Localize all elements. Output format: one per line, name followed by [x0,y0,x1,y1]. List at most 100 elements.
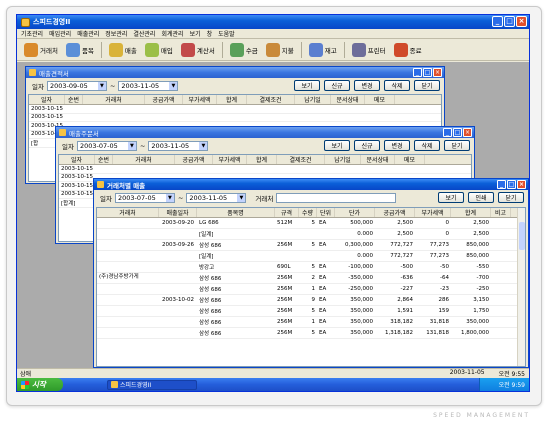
action-button[interactable]: 신규 [324,80,350,91]
table-row[interactable]: [일계] 0.000 2,500 0 2,500 [97,229,525,240]
menu-item[interactable]: 기초관리 [21,29,43,38]
column-header[interactable]: 부가세액 [415,208,451,217]
column-header[interactable]: 부가세액 [183,95,217,104]
table-row[interactable]: 방강고 690L 5 EA -100,000 -500 -50 -550 [97,262,525,273]
client-input[interactable] [276,192,397,203]
table-row[interactable]: 2003-10-15 [59,165,471,174]
column-header[interactable]: 메모 [395,155,425,164]
table-row[interactable]: 삼성 686 256M 5 EA 350,000 1,318,182 131,818 1,80… [97,328,525,339]
minimize-icon[interactable]: _ [492,16,503,27]
column-header[interactable]: 비고 [491,208,511,217]
column-header[interactable]: 결제조건 [247,95,295,104]
action-button[interactable]: 보기 [438,192,464,203]
table-row[interactable]: 2003-09-20 LG 686 512M 5 EA 500,000 2,500 0 2,50… [97,218,525,229]
column-header[interactable]: 공급가액 [145,95,183,104]
toolbar-button-people[interactable]: 거래처 [21,41,61,59]
date-from-combo[interactable]: 2003-07-05 ▼ [114,192,175,203]
close-icon[interactable]: × [517,180,526,189]
close-icon[interactable]: × [433,68,442,77]
scroll-thumb[interactable] [519,222,525,250]
maximize-icon[interactable]: □ [507,180,516,189]
table-row[interactable]: 삼성 686 256M 5 EA 350,000 1,591 159 1,750 [97,306,525,317]
action-button[interactable]: 닫기 [444,140,470,151]
maximize-icon[interactable]: □ [504,16,515,27]
toolbar-button-printer[interactable]: 프린터 [349,41,389,59]
action-button[interactable]: 보기 [294,80,320,91]
column-header[interactable]: 거래처 [113,155,175,164]
maximize-icon[interactable]: □ [423,68,432,77]
action-button[interactable]: 인쇄 [468,192,494,203]
column-header[interactable]: 결제조건 [277,155,325,164]
menu-item[interactable]: 회계관리 [161,29,183,38]
toolbar-button-sales[interactable]: 매출 [106,41,140,59]
column-header[interactable]: 단가 [335,208,375,217]
vertical-scrollbar[interactable] [517,208,525,366]
quote-window-titlebar[interactable]: 매출견적서 _ □ × [26,67,444,78]
toolbar-button-purchase[interactable]: 매입 [142,41,176,59]
table-row[interactable]: 2003-10-15 [29,114,441,122]
column-header[interactable]: 부가세액 [213,155,247,164]
column-header[interactable]: 수량 [299,208,317,217]
toolbar-button-document[interactable]: 품목 [63,41,97,59]
column-header[interactable]: 일자 [29,95,65,104]
action-button[interactable]: 삭제 [384,80,410,91]
column-header[interactable]: 공급가액 [375,208,415,217]
menu-item[interactable]: 매출관리 [77,29,99,38]
action-button[interactable]: 변경 [354,80,380,91]
date-to-combo[interactable]: 2003-11-05 ▼ [148,140,209,151]
column-header[interactable]: 합계 [247,155,277,164]
maximize-icon[interactable]: □ [453,128,462,137]
start-button[interactable]: 시작 [17,378,63,391]
column-header[interactable]: 납기일 [295,95,331,104]
column-header[interactable]: 메모 [365,95,395,104]
client-sales-titlebar[interactable]: 거래처별 매출 _ □ × [94,179,528,190]
column-header[interactable]: 규격 [275,208,299,217]
menu-item[interactable]: 보기 [190,29,201,38]
minimize-icon[interactable]: _ [413,68,422,77]
menu-item[interactable]: 매입관리 [49,29,71,38]
date-to-combo[interactable]: 2003-11-05 ▼ [186,192,247,203]
action-button[interactable]: 신규 [354,140,380,151]
column-header[interactable]: 합계 [451,208,491,217]
action-button[interactable]: 변경 [384,140,410,151]
action-button[interactable]: 닫기 [414,80,440,91]
menu-item[interactable]: 창 [207,29,213,38]
toolbar-button-pay[interactable]: 지불 [263,41,297,59]
column-header[interactable]: 거래처 [97,208,159,217]
column-header[interactable]: 납기일 [325,155,361,164]
menu-item[interactable]: 정보관리 [105,29,127,38]
table-row[interactable]: 삼성 686 256M 2 EA -350,000 -636 -64 -700 [97,273,525,284]
taskbar-app-button[interactable]: 스피드경영II [107,379,197,390]
close-icon[interactable]: × [516,16,527,27]
column-header[interactable]: 공급가액 [175,155,213,164]
table-row[interactable]: 2003-10-15 [29,105,441,114]
action-button[interactable]: 닫기 [498,192,524,203]
column-header[interactable]: 일자 [59,155,95,164]
table-row[interactable]: 2003-10-02 삼성 686 256M 9 EA 350,000 2,864 286 3,… [97,295,525,306]
action-button[interactable]: 보기 [324,140,350,151]
column-header[interactable]: 문서상태 [361,155,395,164]
column-header[interactable]: 문서상태 [331,95,365,104]
toolbar-button-invoice[interactable]: 계산서 [178,41,218,59]
table-row[interactable]: 삼성 686 256M 1 EA -250,000 -227 -23 -250 [97,284,525,295]
order-window-titlebar[interactable]: 매출주문서 _ □ × [56,127,474,138]
column-header[interactable]: 거래처 [83,95,145,104]
column-header[interactable]: 순번 [95,155,113,164]
toolbar-button-inventory[interactable]: 재고 [306,41,340,59]
table-row[interactable]: 2003-09-26 삼성 686 256M 5 EA 0,300,000 772,727 7… [97,240,525,251]
minimize-icon[interactable]: _ [497,180,506,189]
close-icon[interactable]: × [463,128,472,137]
menu-item[interactable]: 결산관리 [133,29,155,38]
date-from-combo[interactable]: 2003-09-05 ▼ [46,80,107,91]
toolbar-button-collect[interactable]: 수금 [227,41,261,59]
minimize-icon[interactable]: _ [443,128,452,137]
column-header[interactable]: 단위 [317,208,335,217]
column-header[interactable]: 품목명 [197,208,275,217]
table-row[interactable]: 삼성 686 256M 1 EA 350,000 318,182 31,818 350,000 [97,317,525,328]
menu-item[interactable]: 도움말 [218,29,235,38]
column-header[interactable]: 순번 [65,95,83,104]
toolbar-button-exit[interactable]: 종료 [391,41,425,59]
table-row[interactable]: [일계] 0.000 772,727 77,273 850,000 [97,251,525,262]
app-titlebar[interactable]: 스피드경영II _ □ × [17,15,529,29]
column-header[interactable]: 합계 [217,95,247,104]
